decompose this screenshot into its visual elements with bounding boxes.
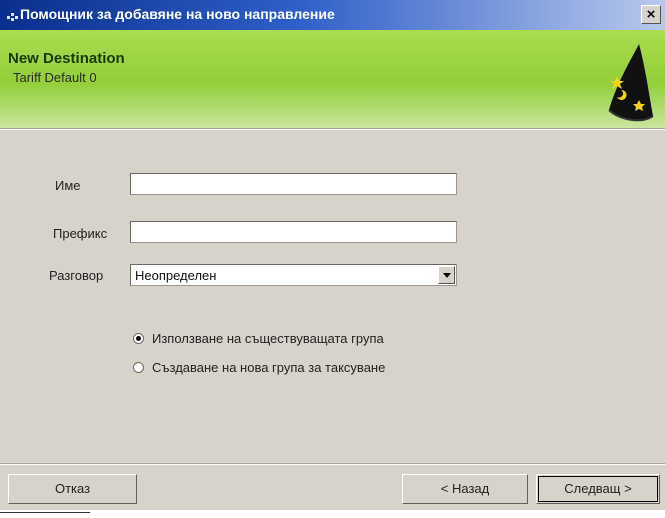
app-icon [7,13,18,21]
header-title: New Destination [8,50,125,67]
footer-line [0,512,90,513]
next-button[interactable]: Следващ > [536,474,660,504]
radio-use-existing-label: Използване на съществуващата група [152,331,384,346]
footer-separator [0,463,665,465]
radio-button-checked[interactable] [133,333,144,344]
cancel-button[interactable]: Отказ [8,474,137,504]
window-title: Помощник за добавяне на ново направление [20,6,335,22]
header-separator [0,128,665,130]
header-subtitle: Tariff Default 0 [13,70,97,85]
back-button[interactable]: < Назад [402,474,528,504]
prefix-input[interactable] [130,221,457,243]
radio-create-new-label: Създаване на нова група за таксуване [152,360,386,375]
radio-create-new[interactable]: Създаване на нова група за таксуване [133,360,385,375]
call-label: Разговор [49,268,104,283]
radio-button-unchecked[interactable] [133,362,144,373]
name-input[interactable] [130,173,457,195]
name-label: Име [55,178,81,193]
prefix-label: Префикс [53,226,108,241]
wizard-hat-icon [608,44,654,122]
wizard-header: New Destination Tariff Default 0 [0,30,665,128]
call-select[interactable]: Неопределен [130,264,457,286]
close-button[interactable]: × [641,5,661,24]
radio-use-existing[interactable]: Използване на съществуващата група [133,331,384,346]
chevron-down-icon[interactable] [438,266,455,284]
wizard-dialog: Помощник за добавяне на ново направление… [0,0,665,510]
call-select-value: Неопределен [135,268,217,283]
title-bar[interactable]: Помощник за добавяне на ново направление… [0,0,665,30]
